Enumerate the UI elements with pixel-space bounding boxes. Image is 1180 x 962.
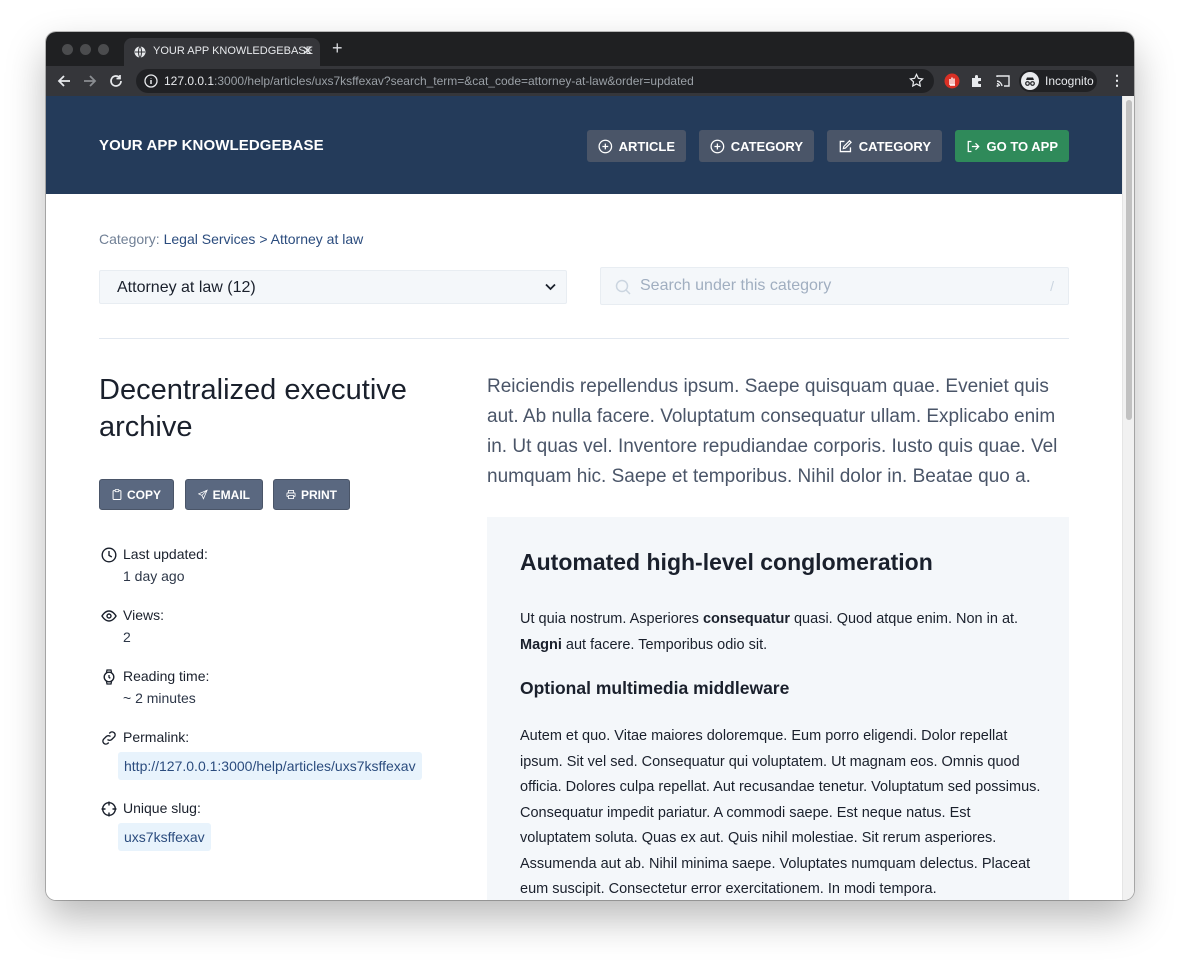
p1-text-e: aut facere. Temporibus odio sit. xyxy=(561,636,768,653)
print-button[interactable]: PRINT xyxy=(273,479,350,510)
permalink-value[interactable]: http://127.0.0.1:3000/help/articles/uxs7… xyxy=(118,752,422,780)
eye-icon xyxy=(101,610,117,622)
tab-close-icon[interactable]: ✕ xyxy=(302,43,313,59)
search-placeholder: Search under this category xyxy=(640,277,832,294)
info-icon[interactable] xyxy=(144,74,158,88)
new-category-label: CATEGORY xyxy=(730,138,803,154)
category-select-value: Attorney at law (12) xyxy=(117,279,256,296)
page-viewport: YOUR APP KNOWLEDGEBASE ARTICLE CATEGORY … xyxy=(46,96,1134,900)
p1-strong-consequatur: consequatur xyxy=(702,611,790,627)
reload-icon xyxy=(110,75,122,87)
category-select[interactable]: Attorney at law (12) xyxy=(99,270,567,304)
extension-hand-icon[interactable] xyxy=(944,73,960,89)
copy-button[interactable]: COPY xyxy=(99,479,174,510)
article-body-panel: Automated high-level conglomeration Ut q… xyxy=(487,517,1069,900)
reload-button[interactable] xyxy=(106,71,126,91)
p1-text-c: quasi. Quod atque enim. Non in at. xyxy=(789,611,1019,627)
sign-out-icon xyxy=(967,140,980,152)
incognito-icon xyxy=(1021,72,1039,90)
tab-title: YOUR APP KNOWLEDGEBASE xyxy=(153,45,313,57)
article-paragraph-2: Autem et quo. Vitae maiores doloremque. … xyxy=(520,728,1041,897)
p1-text-a: Ut quia nostrum. Asperiores xyxy=(520,611,703,627)
profile-label: Incognito xyxy=(1045,74,1094,88)
browser-toolbar: 127.0.0.1:3000/help/articles/uxs7ksffexa… xyxy=(46,66,1134,96)
scrollbar-thumb[interactable] xyxy=(1126,100,1132,420)
new-category-button[interactable]: CATEGORY xyxy=(699,130,814,162)
go-to-app-label: GO TO APP xyxy=(986,138,1058,154)
watch-icon xyxy=(103,669,115,685)
profile-incognito-button[interactable]: Incognito xyxy=(1019,70,1097,92)
breadcrumb: Category: Legal Services > Attorney at l… xyxy=(99,231,363,247)
article-title: Decentralized executive archive xyxy=(99,374,407,443)
bookmark-star-icon[interactable] xyxy=(909,73,924,88)
new-tab-button[interactable]: + xyxy=(332,38,343,58)
crosshair-icon xyxy=(101,801,117,817)
cast-icon[interactable] xyxy=(995,73,1011,89)
article-heading-3: Optional multimedia middleware xyxy=(520,678,790,698)
window-minimize-control[interactable] xyxy=(80,44,91,55)
print-label: PRINT xyxy=(301,487,337,502)
permalink-label: Permalink: xyxy=(123,729,190,745)
plus-circle-icon xyxy=(710,139,725,153)
breadcrumb-separator: > xyxy=(259,231,268,247)
url-text[interactable]: 127.0.0.1:3000/help/articles/uxs7ksffexa… xyxy=(164,74,694,88)
article-paragraph-1: Ut quia nostrum. Asperiores consequatur … xyxy=(520,607,1045,658)
email-button[interactable]: EMAIL xyxy=(185,479,263,510)
breadcrumb-label: Category: xyxy=(99,231,160,247)
url-host: 127.0.0.1 xyxy=(164,74,215,88)
clock-icon xyxy=(101,547,117,563)
article-lead: Reiciendis repellendus ipsum. Saepe quis… xyxy=(487,376,1058,487)
new-article-button[interactable]: ARTICLE xyxy=(587,130,686,162)
edit-category-button[interactable]: CATEGORY xyxy=(827,130,942,162)
browser-menu-icon[interactable]: ⋮ xyxy=(1110,72,1124,89)
arrow-left-icon xyxy=(57,75,70,87)
search-shortcut-hint: / xyxy=(1050,278,1054,294)
unique-slug-label: Unique slug: xyxy=(123,800,201,816)
p1-strong-magni: Magni xyxy=(520,636,562,653)
search-icon xyxy=(615,279,631,295)
forward-button[interactable] xyxy=(80,71,100,91)
arrow-right-icon xyxy=(84,75,97,87)
site-header: YOUR APP KNOWLEDGEBASE ARTICLE CATEGORY … xyxy=(46,96,1122,194)
category-search-input[interactable]: Search under this category / xyxy=(600,267,1069,305)
go-to-app-button[interactable]: GO TO APP xyxy=(955,130,1069,162)
last-updated-value: 1 day ago xyxy=(123,568,185,584)
url-path: :3000/help/articles/uxs7ksffexav?search_… xyxy=(214,74,694,88)
breadcrumb-parent-link[interactable]: Legal Services xyxy=(164,231,256,247)
reading-time-value: ~ 2 minutes xyxy=(123,690,196,706)
tab-strip: YOUR APP KNOWLEDGEBASE ✕ + xyxy=(46,32,1134,66)
article-heading-2: Automated high-level conglomeration xyxy=(520,549,933,575)
browser-window: YOUR APP KNOWLEDGEBASE ✕ + 127.0.0.1:300… xyxy=(46,32,1134,900)
reading-time-label: Reading time: xyxy=(123,668,210,684)
send-icon xyxy=(198,489,208,500)
copy-label: COPY xyxy=(126,487,161,502)
last-updated-label: Last updated: xyxy=(123,546,208,562)
browser-tab[interactable]: YOUR APP KNOWLEDGEBASE ✕ xyxy=(124,38,320,66)
content-divider xyxy=(99,338,1069,339)
back-button[interactable] xyxy=(54,71,74,91)
puzzle-extensions-icon[interactable] xyxy=(969,73,985,89)
plus-circle-icon xyxy=(598,139,613,153)
link-icon xyxy=(102,731,116,745)
email-label: EMAIL xyxy=(212,487,250,502)
window-zoom-control[interactable] xyxy=(98,44,109,55)
views-label: Views: xyxy=(123,607,164,623)
globe-icon xyxy=(134,46,146,58)
edit-category-label: CATEGORY xyxy=(858,138,931,154)
clipboard-icon xyxy=(112,489,122,500)
window-close-control[interactable] xyxy=(62,44,73,55)
new-article-label: ARTICLE xyxy=(618,138,675,154)
views-value: 2 xyxy=(123,629,131,645)
chevron-down-icon xyxy=(545,283,556,291)
site-brand[interactable]: YOUR APP KNOWLEDGEBASE xyxy=(99,137,324,154)
breadcrumb-current-link[interactable]: Attorney at law xyxy=(271,231,364,247)
unique-slug-value[interactable]: uxs7ksffexav xyxy=(118,823,211,851)
address-bar[interactable]: 127.0.0.1:3000/help/articles/uxs7ksffexa… xyxy=(136,69,934,93)
printer-icon xyxy=(286,490,296,499)
page-scrollbar[interactable] xyxy=(1122,96,1134,900)
edit-icon xyxy=(839,139,852,152)
